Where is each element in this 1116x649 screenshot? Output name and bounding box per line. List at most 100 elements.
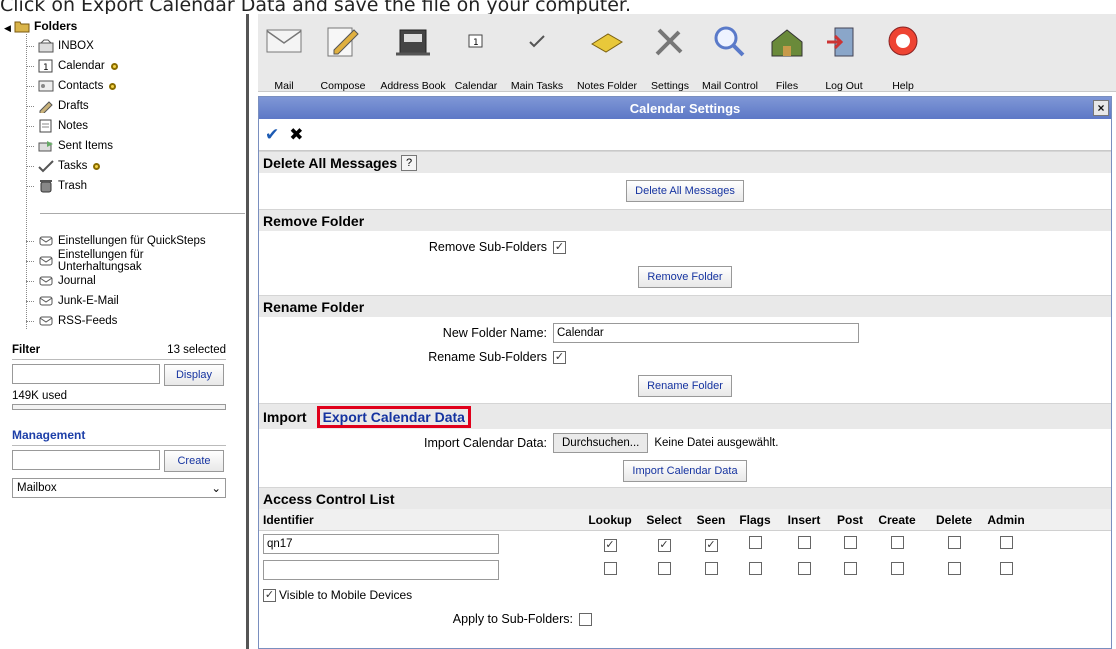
acl-permission-checkbox[interactable]	[843, 536, 857, 549]
folder-label: Tasks	[58, 160, 88, 172]
new-folder-name-input[interactable]	[553, 323, 859, 343]
rename-subfolders-label: Rename Sub-Folders	[428, 350, 547, 364]
help-icon[interactable]: ?	[401, 154, 418, 171]
apply-subfolders-checkbox[interactable]	[579, 612, 592, 626]
close-icon[interactable]: ×	[1093, 100, 1109, 116]
sent-icon	[38, 139, 54, 153]
usage-text: 149K used	[12, 390, 67, 402]
acl-identifier-input[interactable]	[263, 560, 499, 580]
mail-folder-item[interactable]: Einstellungen für Unterhaltungsak	[26, 249, 230, 273]
toolbar-compose-button[interactable]: Compose	[312, 14, 374, 92]
collapse-arrow-icon[interactable]: ◀	[4, 24, 11, 34]
acl-header: Access Control List	[259, 487, 1111, 509]
mailbox-select[interactable]: Mailbox ⌄	[12, 478, 226, 498]
management-section: Management Create Mailbox ⌄	[12, 428, 226, 498]
acl-permission-checkbox[interactable]	[947, 562, 961, 575]
acl-permission-checkbox[interactable]	[748, 536, 762, 549]
chevron-down-icon: ⌄	[211, 483, 221, 495]
folder-label: Sent Items	[58, 140, 113, 152]
toolbar-settings-button[interactable]: Settings	[644, 14, 696, 92]
toolbar-address-book-button[interactable]: Address Book	[378, 14, 448, 92]
toolbar-files-button[interactable]: Files	[764, 14, 810, 92]
folder-item[interactable]: Contacts	[26, 76, 117, 96]
acl-permission-checkbox[interactable]	[890, 536, 904, 549]
folders-root[interactable]: Folders	[14, 16, 77, 36]
visible-mobile-checkbox[interactable]: ✓	[263, 588, 276, 602]
toolbar-notes-folder-button[interactable]: Notes Folder	[574, 14, 640, 92]
acl-permission-checkbox[interactable]: ✓	[657, 538, 671, 552]
calendar-settings-dialog: Calendar Settings × ✔ ✖ Delete All Messa…	[258, 96, 1112, 649]
toolbar-calendar-button[interactable]: 1 Calendar	[452, 14, 500, 92]
folder-divider	[40, 213, 245, 214]
acl-column-header: Lookup	[588, 512, 632, 527]
folders-icon	[14, 19, 30, 33]
tree-dash	[26, 85, 34, 87]
tree-dash	[26, 240, 34, 242]
calendar-icon: 1	[38, 59, 54, 73]
rename-folder-heading: Rename Folder	[263, 298, 365, 315]
acl-permission-checkbox[interactable]	[797, 536, 811, 549]
remove-subfolders-checkbox[interactable]: ✓	[553, 240, 566, 254]
acl-permission-checkbox[interactable]	[843, 562, 857, 575]
toolbar-log-out-button[interactable]: Log Out	[814, 14, 874, 92]
acl-permission-checkbox[interactable]	[603, 562, 617, 575]
acl-permission-checkbox[interactable]	[748, 562, 762, 575]
folder-item[interactable]: Trash	[26, 176, 87, 196]
display-button[interactable]: Display	[164, 364, 224, 386]
mail-folder-item[interactable]: Junk-E-Mail	[26, 291, 119, 311]
mail-folder-item[interactable]: RSS-Feeds	[26, 311, 117, 331]
tree-dash	[26, 145, 34, 147]
toolbar-help-button[interactable]: Help	[878, 14, 928, 92]
acl-row: ✓ ✓ ✓	[259, 531, 1111, 557]
acl-permission-checkbox[interactable]	[947, 536, 961, 549]
pane-divider[interactable]	[246, 14, 249, 649]
folder-label: Notes	[58, 120, 89, 132]
folder-item[interactable]: Drafts	[26, 96, 89, 116]
mail-folder-label: Junk-E-Mail	[58, 295, 119, 307]
acl-permission-checkbox[interactable]	[797, 562, 811, 575]
acl-permission-checkbox[interactable]	[999, 536, 1013, 549]
folder-item[interactable]: 1 Calendar	[26, 56, 118, 76]
toolbar-main-tasks-button[interactable]: Main Tasks	[504, 14, 570, 92]
toolbar-mail-control-button[interactable]: Mail Control	[700, 14, 760, 92]
acl-permission-checkbox[interactable]	[999, 562, 1013, 575]
remove-folder-button[interactable]: Remove Folder	[638, 266, 732, 288]
import-calendar-data-button[interactable]: Import Calendar Data	[623, 460, 747, 482]
acl-column-header: Post	[836, 512, 863, 527]
acl-permission-checkbox[interactable]	[704, 562, 718, 575]
checkmark-icon[interactable]: ✔	[265, 125, 279, 145]
acl-permission-checkbox[interactable]	[890, 562, 904, 575]
help-icon	[884, 22, 922, 60]
browse-button[interactable]: Durchsuchen...	[553, 433, 649, 453]
folder-item[interactable]: INBOX	[26, 36, 94, 56]
folder-item[interactable]: Sent Items	[26, 136, 113, 156]
management-input[interactable]	[12, 450, 160, 470]
main-toolbar: Mail Compose Address Book 1 Calendar Main Tas…	[258, 14, 1116, 92]
acl-permission-checkbox[interactable]: ✓	[603, 538, 617, 552]
cancel-x-icon[interactable]: ✖	[289, 125, 303, 145]
mail-folder-item[interactable]: Journal	[26, 271, 96, 291]
mail-folder-item[interactable]: Einstellungen für QuickSteps	[26, 231, 206, 251]
export-calendar-data-link[interactable]: Export Calendar Data	[316, 405, 471, 428]
tree-dash	[26, 320, 34, 322]
filter-section: Filter 13 selected Display 149K used	[12, 344, 226, 410]
trash-icon	[38, 179, 54, 193]
acl-permission-checkbox[interactable]	[657, 562, 671, 575]
acl-column-header: Identifier	[263, 512, 314, 527]
create-button[interactable]: Create	[164, 450, 224, 472]
rename-subfolders-checkbox[interactable]: ✓	[553, 350, 566, 364]
toolbar-mail-button[interactable]: Mail	[260, 14, 308, 92]
delete-all-messages-button[interactable]: Delete All Messages	[626, 180, 744, 202]
folder-label: Calendar	[58, 60, 105, 72]
acl-permission-checkbox[interactable]: ✓	[704, 538, 718, 552]
rename-folder-button[interactable]: Rename Folder	[638, 375, 732, 397]
acl-identifier-input[interactable]	[263, 534, 499, 554]
notes-icon	[38, 119, 54, 133]
folder-item[interactable]: Tasks	[26, 156, 101, 176]
folder-label: Trash	[58, 180, 87, 192]
contacts-icon	[38, 79, 54, 93]
folder-item[interactable]: Notes	[26, 116, 88, 136]
filter-input[interactable]	[12, 364, 160, 384]
sync-indicator-icon	[93, 162, 101, 170]
tree-dash	[26, 280, 34, 282]
